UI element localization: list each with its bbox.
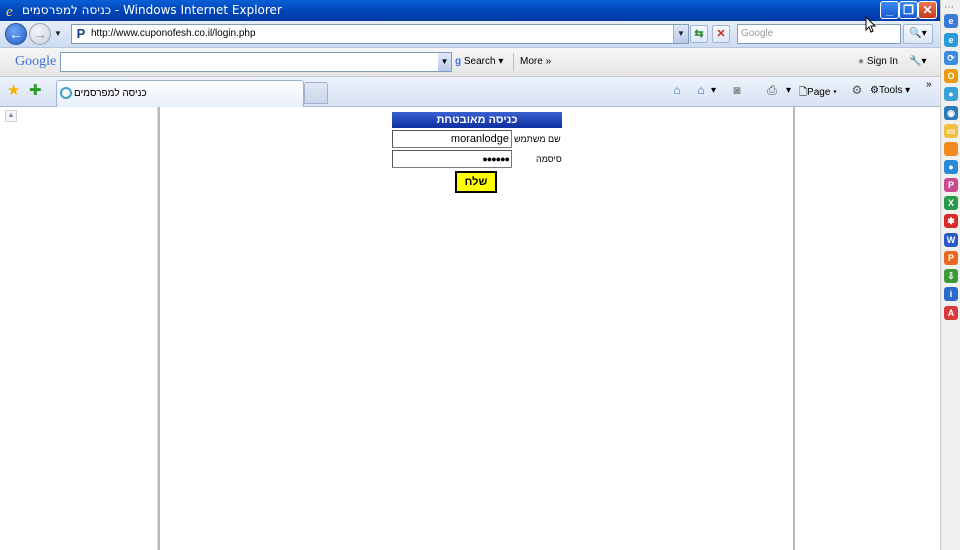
new-tab-button[interactable]	[304, 82, 328, 104]
signin-circle-icon: ●	[858, 56, 865, 67]
side-powerpoint-icon[interactable]: P	[944, 251, 958, 265]
site-favicon-icon: P	[76, 26, 86, 41]
tools-menu[interactable]: ⚙Tools ▾	[870, 85, 910, 96]
side-info-icon[interactable]: i	[944, 287, 958, 301]
tab-bar: ★ ✚ כניסה למפרסמים ⌂ ⌂ ▾ ◙ ⎙ ▾ 🗋Page ▾ ⚙…	[0, 77, 940, 107]
google-search-button[interactable]: g Search ▾	[455, 56, 503, 67]
tools-gear-icon: ⚙	[870, 85, 879, 96]
toolbar-divider	[513, 53, 514, 71]
tab-label: כניסה למפרסמים	[74, 88, 147, 99]
password-field[interactable]: ●●●●●●	[392, 150, 512, 168]
rss-icon[interactable]: ◙	[730, 83, 744, 97]
side-ie-icon[interactable]: e	[944, 14, 958, 28]
page-menu[interactable]: 🗋Page ▾	[799, 85, 837, 102]
search-placeholder: Google	[741, 28, 774, 39]
favorites-star-icon[interactable]: ★	[7, 83, 20, 99]
maximize-button[interactable]: ❐	[899, 1, 918, 19]
svg-text:e: e	[6, 4, 13, 18]
side-excel-icon[interactable]: X	[944, 196, 958, 210]
side-globe-icon[interactable]: ◉	[944, 106, 958, 120]
google-signin-button[interactable]: ● Sign In	[858, 56, 898, 67]
submit-button[interactable]: שלח	[455, 171, 497, 193]
forward-button[interactable]: →	[29, 23, 51, 45]
tab-active[interactable]: כניסה למפרסמים	[56, 80, 304, 107]
address-input[interactable]: P http://www.cuponofesh.co.il/login.php …	[71, 24, 689, 44]
add-favorite-icon[interactable]: ✚	[29, 83, 42, 99]
right-panel	[795, 107, 940, 550]
minimize-button[interactable]: _	[880, 1, 899, 19]
username-field[interactable]: moranlodge	[392, 130, 512, 148]
google-search-dropdown-icon[interactable]: ▼	[438, 53, 451, 71]
side-red-icon[interactable]: ✱	[944, 214, 958, 228]
google-logo-text: Google	[15, 54, 57, 69]
google-toolbar: Google ▼ g Search ▾ More » ● Sign In 🔧▾	[0, 48, 940, 77]
side-word-icon[interactable]: W	[944, 233, 958, 247]
feeds-icon[interactable]: ⌂	[670, 83, 684, 97]
address-dropdown-icon[interactable]: ▼	[673, 25, 688, 43]
stop-button[interactable]: ✕	[712, 25, 730, 43]
scroll-up-icon[interactable]: ▲	[5, 110, 17, 122]
grip-icon: ⋯	[944, 2, 955, 13]
home-dropdown-icon[interactable]: ▾	[711, 85, 716, 96]
google-search-input[interactable]: ▼	[60, 52, 452, 72]
side-sync-icon[interactable]: ⟳	[944, 51, 958, 65]
tab-page-icon	[60, 87, 72, 99]
password-label: סיסמה	[536, 154, 562, 164]
tools-menu-label: Tools	[878, 85, 903, 96]
google-more-label: More	[520, 56, 543, 67]
google-g-icon: g	[455, 56, 462, 67]
side-publisher-icon[interactable]: P	[944, 178, 958, 192]
side-ie2-icon[interactable]: e	[944, 33, 958, 47]
google-more-button[interactable]: More »	[520, 56, 551, 67]
side-outlook-icon[interactable]: O	[944, 69, 958, 83]
google-signin-label: Sign In	[866, 56, 898, 67]
home-icon[interactable]: ⌂	[694, 83, 708, 97]
page-menu-label: Page	[807, 87, 831, 98]
side-orange-icon[interactable]	[944, 142, 958, 156]
page-icon: 🗋	[799, 87, 808, 98]
side-toolbar: ⋯ e e ⟳ O ● ◉ ▭ ● P X ✱ W P ⇩ i A	[940, 0, 960, 550]
mouse-cursor-icon	[865, 16, 877, 33]
chevron-more-icon[interactable]: »	[926, 79, 932, 90]
refresh-button[interactable]: ⇆	[690, 25, 708, 43]
address-bar-row: ← → ▼ P http://www.cuponofesh.co.il/logi…	[0, 21, 940, 48]
side-folder-icon[interactable]: ▭	[944, 124, 958, 138]
google-search-label: Search	[463, 56, 496, 67]
back-button[interactable]: ←	[5, 23, 27, 45]
login-header: כניסה מאובטחת	[392, 112, 562, 128]
side-messenger-icon[interactable]: ●	[944, 87, 958, 101]
print-icon[interactable]: ⎙	[765, 83, 779, 97]
print-dropdown-icon[interactable]: ▾	[786, 85, 791, 96]
left-panel: ▲	[0, 107, 158, 550]
ie-logo-icon: e	[4, 2, 20, 20]
search-go-button[interactable]: 🔍▾	[903, 24, 933, 44]
side-download-icon[interactable]: ⇩	[944, 269, 958, 283]
address-url: http://www.cuponofesh.co.il/login.php	[91, 28, 256, 39]
title-bar: e כניסה למפרסמים - Windows Internet Expl…	[0, 0, 960, 21]
safety-icon[interactable]: ⚙	[850, 83, 864, 97]
google-logo: Google	[15, 54, 56, 70]
history-dropdown-icon[interactable]: ▼	[54, 29, 62, 38]
wrench-settings-icon[interactable]: 🔧▾	[909, 56, 926, 67]
close-window-button[interactable]: ✕	[918, 1, 937, 19]
side-people-icon[interactable]: ●	[944, 160, 958, 174]
window-title: כניסה למפרסמים - Windows Internet Explor…	[22, 3, 282, 17]
username-label: שם משתמש	[514, 134, 561, 144]
side-pdf-icon[interactable]: A	[944, 306, 958, 320]
